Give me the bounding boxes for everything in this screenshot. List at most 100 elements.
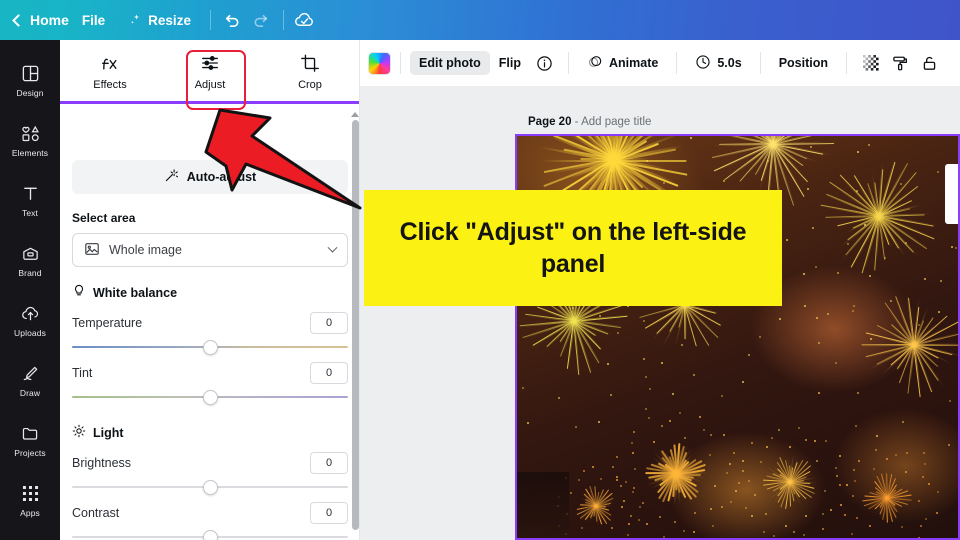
sidebar-item-label: Elements [11, 148, 49, 158]
slider-label: Temperature [72, 316, 143, 330]
scrollbar-thumb[interactable] [351, 120, 359, 530]
slider-label: Tint [72, 366, 93, 380]
sidebar-item-label: Brand [18, 268, 42, 278]
info-circle-icon[interactable] [530, 51, 559, 76]
active-tab-underline [60, 101, 360, 104]
sidebar-item-label: Uploads [14, 328, 46, 338]
sidebar-item-uploads[interactable]: Uploads [0, 290, 60, 350]
edit-photo-button[interactable]: Edit photo [410, 51, 490, 75]
adjust-panel-body: Auto-adjust Select area Whole image Whit… [60, 146, 360, 540]
stage-silhouette [517, 472, 569, 538]
canvas-right-handle[interactable] [945, 164, 958, 224]
flip-button[interactable]: Flip [490, 51, 530, 75]
toolbar-divider-2 [282, 10, 284, 30]
slider-knob[interactable] [202, 479, 218, 495]
resize-label: Resize [148, 12, 191, 28]
page-title-bar[interactable]: Page 20 - Add page title [528, 116, 651, 128]
position-label: Position [778, 56, 828, 70]
sidebar-item-text[interactable]: Text [0, 170, 60, 230]
page-title-placeholder[interactable]: Add page title [581, 116, 651, 128]
auto-adjust-button[interactable]: Auto-adjust [72, 160, 348, 194]
animate-label: Animate [609, 56, 659, 70]
resize-button[interactable]: Resize [118, 0, 204, 40]
animate-icon [587, 54, 603, 73]
image-icon [84, 241, 100, 260]
magic-sparkle-icon [164, 168, 179, 186]
group-title: White balance [93, 285, 178, 300]
canva-editor-screen: Home File Resize Design Elements Text Br… [0, 0, 960, 540]
paint-roller-icon[interactable] [886, 51, 915, 76]
slider-knob[interactable] [202, 389, 218, 405]
tab-adjust[interactable]: Adjust [160, 40, 260, 102]
tab-effects[interactable]: Effects [60, 40, 160, 102]
slider-value-input[interactable]: 0 [310, 312, 348, 334]
page-title-separator: - [571, 116, 582, 128]
animate-button[interactable]: Animate [578, 49, 667, 78]
chevron-left-icon [12, 13, 25, 27]
slider-value-input[interactable]: 0 [310, 452, 348, 474]
home-back-button[interactable]: Home [12, 12, 69, 28]
auto-adjust-label: Auto-adjust [186, 170, 257, 184]
select-area-value: Whole image [109, 243, 182, 257]
sliders-icon [200, 52, 220, 74]
editor-toolbar: Edit photo Flip Animate 5.0s Position [360, 40, 960, 86]
slider-track-area[interactable] [72, 386, 348, 408]
toolbar-divider-2 [568, 52, 570, 74]
undo-icon[interactable] [217, 5, 247, 35]
duration-label: 5.0s [717, 56, 742, 70]
tab-label: Adjust [194, 78, 226, 91]
transparency-checker-icon[interactable] [856, 50, 886, 76]
apps-grid-icon [22, 482, 39, 504]
slider-track-area[interactable] [72, 526, 348, 540]
cloud-saved-icon[interactable] [290, 5, 320, 35]
panel-scrollbar[interactable] [350, 112, 360, 530]
sidebar-item-label: Draw [19, 388, 41, 398]
toolbar-divider [400, 52, 401, 74]
slider-temperature: Temperature 0 [72, 310, 348, 358]
rainbow-color-swatch[interactable] [368, 51, 391, 75]
scroll-up-arrow-icon[interactable] [351, 112, 359, 117]
fx-icon [100, 52, 120, 74]
slider-label: Brightness [72, 456, 132, 470]
elements-shapes-icon [21, 122, 40, 144]
sidebar-item-apps[interactable]: Apps [0, 470, 60, 530]
slider-contrast: Contrast 0 [72, 500, 348, 540]
page-number-label: Page 20 [528, 116, 572, 128]
sidebar-item-label: Text [22, 208, 38, 218]
design-layout-icon [21, 62, 40, 84]
duration-button[interactable]: 5.0s [686, 49, 750, 78]
left-sidebar-rail: Design Elements Text Brand Uploads Draw … [0, 40, 60, 540]
slider-brightness: Brightness 0 [72, 450, 348, 498]
slider-knob[interactable] [202, 339, 218, 355]
folder-icon [21, 422, 40, 444]
select-area-dropdown[interactable]: Whole image [72, 233, 348, 267]
sidebar-item-projects[interactable]: Projects [0, 410, 60, 470]
lock-icon[interactable] [915, 51, 944, 76]
toolbar-divider-4 [759, 52, 761, 74]
file-label: File [81, 12, 106, 28]
chevron-down-icon [327, 242, 338, 253]
group-header-white-balance: White balance [72, 284, 348, 301]
slider-track-area[interactable] [72, 336, 348, 358]
sidebar-item-brand[interactable]: Brand [0, 230, 60, 290]
adjust-panel: Effects Adjust Crop Auto-adjust Select a… [60, 40, 360, 540]
slider-track-area[interactable] [72, 476, 348, 498]
file-menu-button[interactable]: File [69, 0, 118, 40]
sidebar-item-design[interactable]: Design [0, 50, 60, 110]
slider-value-input[interactable]: 0 [310, 502, 348, 524]
sidebar-item-elements[interactable]: Elements [0, 110, 60, 170]
tab-crop[interactable]: Crop [260, 40, 360, 102]
pen-draw-icon [21, 362, 40, 384]
sidebar-item-label: Design [16, 88, 44, 98]
redo-icon[interactable] [247, 5, 277, 35]
home-label: Home [30, 12, 69, 28]
clock-icon [695, 54, 711, 73]
sidebar-item-draw[interactable]: Draw [0, 350, 60, 410]
position-button[interactable]: Position [770, 51, 837, 75]
slider-value-input[interactable]: 0 [310, 362, 348, 384]
toolbar-divider [209, 10, 211, 30]
toolbar-divider-5 [846, 52, 847, 74]
sun-icon [72, 424, 86, 441]
crop-icon [300, 52, 320, 74]
slider-knob[interactable] [202, 529, 218, 540]
